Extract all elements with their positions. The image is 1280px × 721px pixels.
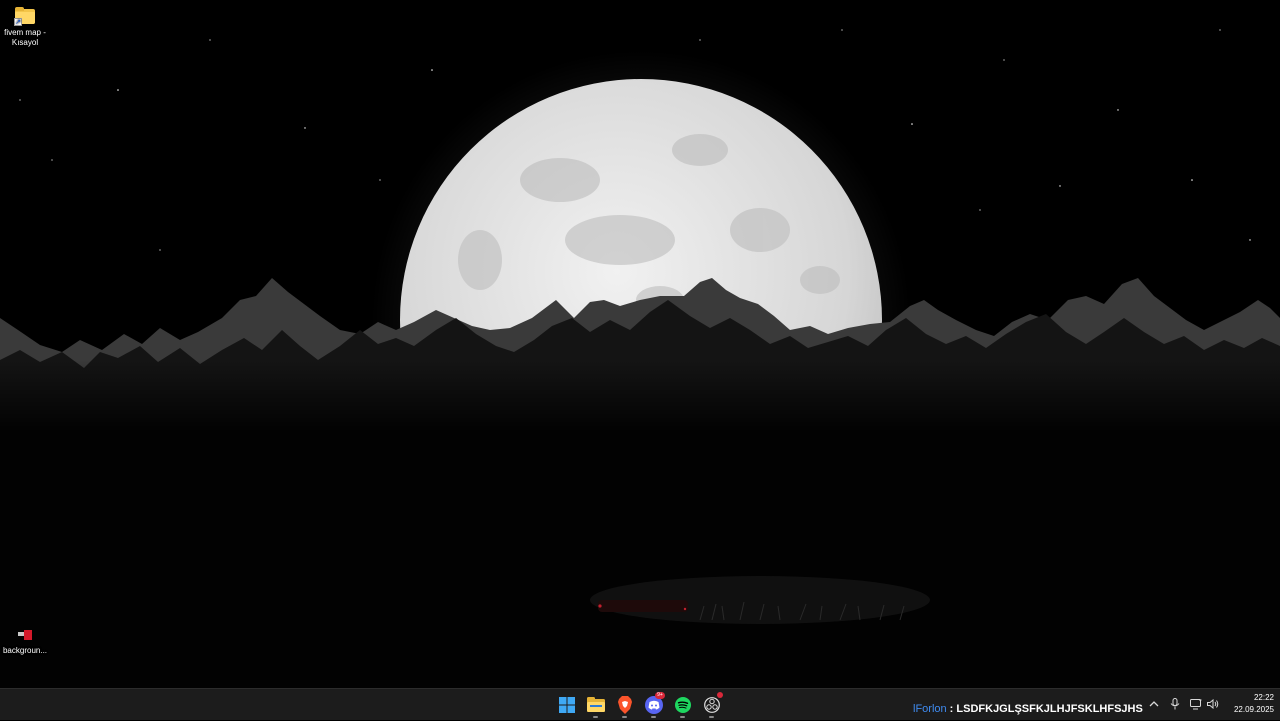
taskbar-spotify[interactable] xyxy=(668,690,697,720)
car-silhouette xyxy=(598,600,688,612)
running-indicator xyxy=(709,716,714,718)
image-file-icon xyxy=(14,624,36,644)
running-indicator xyxy=(593,716,598,718)
taskbar-file-explorer[interactable] xyxy=(581,690,610,720)
network-tray-button[interactable] xyxy=(1187,693,1205,715)
display-icon xyxy=(1190,698,1202,709)
wallpaper xyxy=(0,0,1280,688)
windows-start-icon xyxy=(558,697,575,713)
now-playing-user: lForlon xyxy=(913,703,947,715)
desktop[interactable]: ↗ fivem map - Kısayol backgroun... xyxy=(0,0,1280,688)
now-playing-text: LSDFKJGLŞSFKJLHJFSKLHFSJHS xyxy=(956,703,1143,715)
file-explorer-icon xyxy=(586,697,605,712)
notification-badge: 9+ xyxy=(655,692,665,699)
clock-date: 22.09.2025 xyxy=(1233,705,1274,714)
chevron-up-icon xyxy=(1149,701,1159,707)
notification-dot xyxy=(717,692,723,698)
system-clock[interactable]: 22:22 22.09.2025 xyxy=(1224,692,1274,716)
clock-time: 22:22 xyxy=(1253,693,1274,702)
folder-shortcut-icon: ↗ xyxy=(14,6,36,26)
desktop-icon-label: backgroun... xyxy=(2,646,48,655)
running-indicator xyxy=(680,716,685,718)
show-hidden-icons-button[interactable] xyxy=(1145,693,1163,715)
microphone-tray-button[interactable] xyxy=(1166,693,1184,715)
microphone-icon xyxy=(1170,698,1180,710)
running-indicator xyxy=(651,716,656,718)
now-playing-separator: : xyxy=(946,703,957,715)
speaker-icon xyxy=(1207,699,1219,709)
taskbar-discord[interactable]: 9+ xyxy=(639,690,668,720)
taskbar-apps: 9+ xyxy=(552,689,726,721)
spotify-icon xyxy=(674,697,691,713)
taskbar-obs[interactable] xyxy=(697,690,726,720)
start-button[interactable] xyxy=(552,690,581,720)
volume-tray-button[interactable] xyxy=(1204,693,1222,715)
obs-icon xyxy=(703,697,720,713)
brave-browser-icon xyxy=(617,696,632,714)
now-playing-widget[interactable]: lForlon : LSDFKJGLŞSFKJLHJFSKLHFSJHS xyxy=(913,702,1143,716)
desktop-icon-label: fivem map - Kısayol xyxy=(4,28,46,47)
desktop-icon-fivem-map[interactable]: ↗ fivem map - Kısayol xyxy=(0,6,50,48)
running-indicator xyxy=(622,716,627,718)
desktop-icon-background[interactable]: backgroun... xyxy=(0,624,50,656)
taskbar-brave[interactable] xyxy=(610,690,639,720)
